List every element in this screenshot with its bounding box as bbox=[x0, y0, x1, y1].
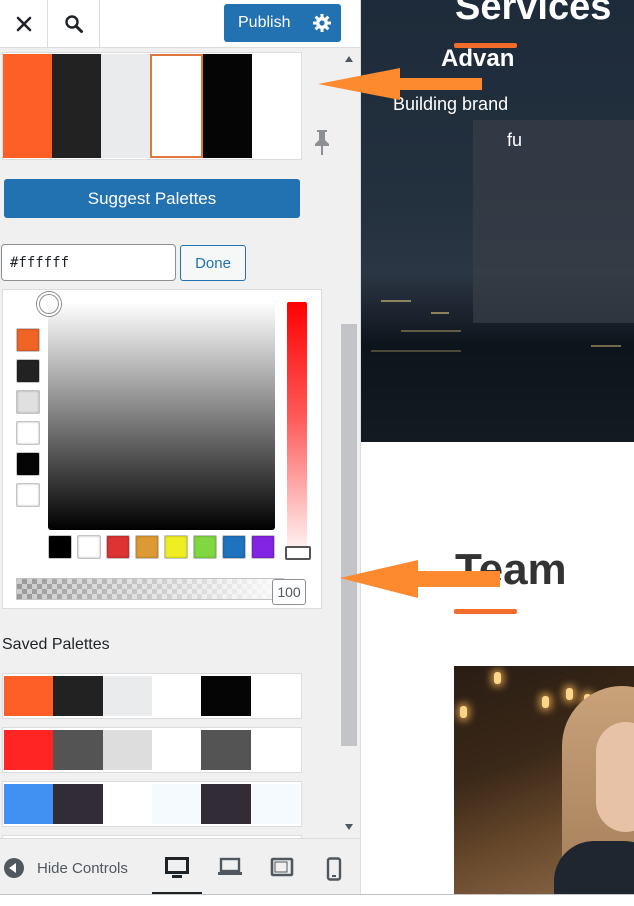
annotation-arrow bbox=[340, 560, 500, 598]
mobile-icon bbox=[326, 857, 342, 881]
card-text-line: fu bbox=[507, 130, 523, 150]
search-icon bbox=[64, 14, 83, 33]
current-palette bbox=[2, 52, 302, 160]
customizer-panel: Publish Suggest Palettes Done 100 bbox=[0, 0, 361, 906]
palette-swatch[interactable] bbox=[3, 54, 52, 158]
team-member-photo bbox=[454, 666, 634, 894]
saved-palette-swatch bbox=[102, 730, 152, 770]
site-preview: Services Advan Building brand fu Team bbox=[361, 0, 634, 894]
close-icon bbox=[16, 16, 31, 31]
saved-palette-swatch bbox=[4, 730, 54, 770]
publish-label: Publish bbox=[238, 14, 291, 31]
palette-color-swatch[interactable] bbox=[16, 421, 40, 445]
gear-icon[interactable] bbox=[312, 13, 332, 33]
saved-palette-swatch bbox=[151, 730, 202, 770]
saved-palette-swatch bbox=[53, 676, 103, 716]
tablet-icon bbox=[270, 857, 294, 877]
mobile-preview-button[interactable] bbox=[309, 851, 359, 895]
services-heading: Services bbox=[455, 0, 612, 28]
preset-swatch[interactable] bbox=[193, 535, 217, 559]
saved-palette-swatch bbox=[201, 784, 251, 824]
preset-swatch[interactable] bbox=[251, 535, 275, 559]
palette-swatch[interactable] bbox=[150, 54, 203, 158]
preset-swatch[interactable] bbox=[77, 535, 101, 559]
pin-icon[interactable] bbox=[312, 128, 332, 156]
palette-swatch[interactable] bbox=[203, 54, 252, 158]
saved-palette-swatch bbox=[151, 676, 202, 716]
suggest-palettes-button[interactable]: Suggest Palettes bbox=[4, 179, 300, 218]
saved-palette-swatch bbox=[53, 784, 103, 824]
team-accent-line bbox=[454, 609, 517, 614]
alpha-slider[interactable] bbox=[16, 578, 284, 600]
saved-palette-row[interactable] bbox=[2, 781, 302, 827]
palette-swatch[interactable] bbox=[52, 54, 101, 158]
saved-palette-swatch bbox=[250, 784, 300, 824]
color-picker: 100 bbox=[2, 289, 322, 609]
alpha-value-input[interactable]: 100 bbox=[272, 579, 306, 605]
desktop-preview-button[interactable] bbox=[152, 851, 202, 895]
done-button[interactable]: Done bbox=[180, 245, 246, 281]
hide-controls-button[interactable]: Hide Controls bbox=[4, 858, 128, 878]
saved-palette-swatch bbox=[250, 730, 300, 770]
close-button[interactable] bbox=[0, 0, 48, 47]
scroll-up-arrow[interactable] bbox=[345, 56, 353, 62]
palette-swatch[interactable] bbox=[101, 54, 150, 158]
annotation-arrow bbox=[318, 68, 482, 100]
palette-color-swatch[interactable] bbox=[16, 328, 40, 352]
customizer-header: Publish bbox=[0, 0, 360, 48]
scrollbar-thumb[interactable] bbox=[341, 324, 357, 746]
saved-palette-swatch bbox=[102, 676, 152, 716]
services-card bbox=[473, 120, 634, 323]
palette-color-swatch[interactable] bbox=[16, 483, 40, 507]
saved-palette-swatch bbox=[201, 676, 251, 716]
hue-slider[interactable] bbox=[287, 302, 307, 560]
preset-swatch[interactable] bbox=[164, 535, 188, 559]
status-bar bbox=[0, 894, 634, 906]
saved-palette-swatch bbox=[250, 676, 300, 716]
hide-controls-label: Hide Controls bbox=[37, 859, 128, 877]
saturation-value-area[interactable] bbox=[48, 302, 275, 530]
palette-color-swatch[interactable] bbox=[16, 390, 40, 414]
laptop-preview-button[interactable] bbox=[205, 851, 255, 895]
saved-palette-swatch bbox=[53, 730, 103, 770]
saved-palette-swatch bbox=[151, 784, 202, 824]
saved-palettes-heading: Saved Palettes bbox=[2, 636, 110, 653]
palette-color-swatch[interactable] bbox=[16, 452, 40, 476]
preset-swatch[interactable] bbox=[222, 535, 246, 559]
saved-palette-swatch bbox=[102, 784, 152, 824]
hex-color-input[interactable] bbox=[1, 244, 176, 281]
saved-palette-swatch bbox=[4, 784, 54, 824]
collapse-arrow-icon bbox=[4, 858, 24, 878]
preset-swatch[interactable] bbox=[48, 535, 72, 559]
preset-swatch[interactable] bbox=[135, 535, 159, 559]
search-button[interactable] bbox=[48, 0, 100, 47]
palette-color-swatch[interactable] bbox=[16, 359, 40, 383]
laptop-icon bbox=[218, 857, 242, 875]
color-picker-handle[interactable] bbox=[37, 292, 61, 316]
saved-palette-row[interactable] bbox=[2, 727, 302, 773]
preset-swatch[interactable] bbox=[106, 535, 130, 559]
palette-swatch[interactable] bbox=[252, 54, 301, 158]
saved-palette-row[interactable] bbox=[2, 673, 302, 719]
saved-palette-swatch bbox=[4, 676, 54, 716]
desktop-icon bbox=[165, 857, 189, 878]
publish-button[interactable]: Publish bbox=[224, 4, 341, 42]
saved-palette-swatch bbox=[201, 730, 251, 770]
customizer-footer: Hide Controls bbox=[0, 838, 360, 895]
hue-slider-handle[interactable] bbox=[285, 546, 311, 560]
tablet-preview-button[interactable] bbox=[257, 851, 307, 895]
scroll-down-arrow[interactable] bbox=[345, 824, 353, 830]
